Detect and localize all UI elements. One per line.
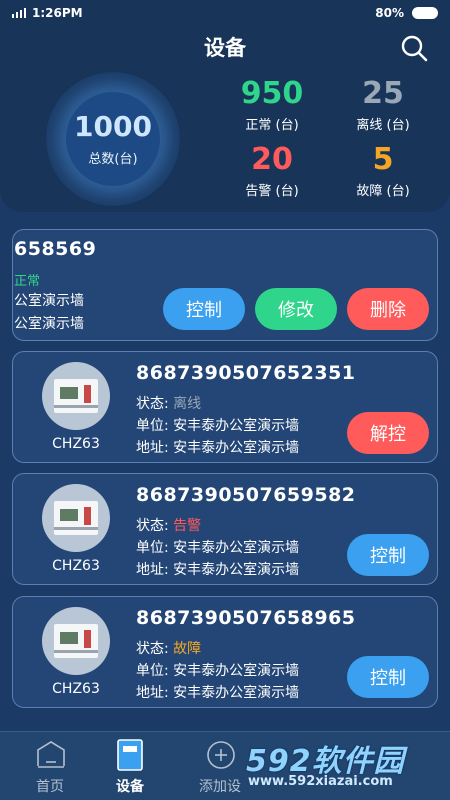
control-button[interactable]: 控制 [347,534,429,576]
control-button[interactable]: 控制 [163,288,245,330]
status-value: 故障 [173,641,202,657]
status-row: 状态: 离线 [136,393,201,413]
tab-devices[interactable]: 设备 [85,732,175,800]
total-count: 1000 [74,110,152,143]
device-id: 658569 [14,238,97,260]
device-image [42,484,110,552]
stat-alarm: 20 告警 (台) [217,142,327,199]
status-value: 告警 [173,518,202,534]
stat-alarm-label: 告警 (台) [245,184,299,199]
stat-fault-label: 故障 (台) [356,184,410,199]
tab-devices-label: 设备 [116,779,144,795]
device-model: CHZ63 [52,558,100,574]
tab-home[interactable]: 首页 [5,732,95,800]
delete-button[interactable]: 删除 [347,288,429,330]
stat-offline: 25 离线 (台) [328,76,438,133]
device-id: 8687390507652351 [136,362,356,384]
device-model: CHZ63 [52,681,100,697]
device-model: CHZ63 [52,436,100,452]
status-row: 状态: 故障 [136,638,201,658]
address-text: 地址: 安丰泰办公室演示墙 [136,562,300,578]
battery-icon [412,7,438,19]
tab-home-label: 首页 [36,779,64,795]
address-text: 地址: 安丰泰办公室演示墙 [136,440,300,456]
address-text: 公室演示墙 [14,316,84,332]
status-label: 状态: [136,396,169,412]
status-label: 状态: [136,641,169,657]
unit-text: 单位: 安丰泰办公室演示墙 [136,418,300,434]
signal-icon [12,8,26,18]
device-icon [117,739,143,771]
address-text: 地址: 安丰泰办公室演示墙 [136,685,300,701]
unit-text: 公室演示墙 [14,293,84,309]
device-image [42,362,110,430]
unit-text: 单位: 安丰泰办公室演示墙 [136,663,300,679]
device-id: 8687390507659582 [136,484,356,506]
status-time: 1:26PM [32,6,83,20]
unit-text: 单位: 安丰泰办公室演示墙 [136,540,300,556]
status-value: 离线 [173,396,202,412]
battery-percent: 80% [375,6,404,20]
edit-button[interactable]: 修改 [255,288,337,330]
status-label: 状态: [136,518,169,534]
control-button[interactable]: 控制 [347,656,429,698]
stat-offline-value: 25 [362,76,404,111]
home-icon [37,741,65,768]
total-label: 总数(台) [88,152,138,167]
stat-alarm-value: 20 [251,142,293,177]
device-image [42,607,110,675]
stat-normal-label: 正常 (台) [245,118,299,133]
status-value: 正常 [14,274,41,289]
stat-normal-value: 950 [240,76,304,111]
stat-normal: 950 正常 (台) [217,76,327,133]
stat-fault-value: 5 [372,142,394,177]
stat-fault: 5 故障 (台) [328,142,438,199]
release-control-button[interactable]: 解控 [347,412,429,454]
status-row: 状态: 告警 [136,515,201,535]
watermark-url: www.592xiazai.com [248,774,393,789]
page-title: 设备 [204,36,246,60]
search-icon[interactable] [400,34,428,62]
status-bar: 1:26PM 80% [0,0,450,26]
add-icon [207,741,235,769]
device-id: 8687390507658965 [136,607,356,629]
stat-offline-label: 离线 (台) [356,118,410,133]
